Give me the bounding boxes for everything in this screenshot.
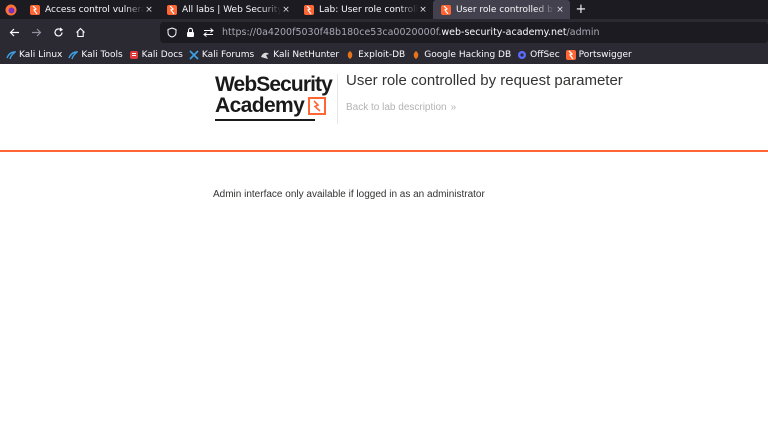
bookmark-portswigger[interactable]: Portswigger <box>565 50 632 60</box>
tab-strip: Access control vulnerabili × All labs | … <box>0 0 768 19</box>
bookmark-google-hacking-db[interactable]: Google Hacking DB <box>411 50 511 60</box>
tab-3[interactable]: Lab: User role controlled b × <box>296 0 433 19</box>
tab-close-icon[interactable]: × <box>555 5 565 15</box>
bookmark-kali-tools[interactable]: Kali Tools <box>68 50 123 60</box>
bookmark-label: Kali Tools <box>81 50 123 60</box>
tab-close-icon[interactable]: × <box>144 5 154 15</box>
kali-docs-icon <box>129 50 139 60</box>
bookmark-label: OffSec <box>530 50 560 60</box>
lightning-bolt-icon <box>308 96 327 115</box>
kali-forums-icon <box>189 50 199 60</box>
bookmark-kali-docs[interactable]: Kali Docs <box>129 50 183 60</box>
portswigger-icon <box>565 50 576 60</box>
portswigger-favicon-icon <box>441 4 451 15</box>
exploit-db-icon <box>345 50 355 60</box>
portswigger-favicon-icon <box>304 4 314 15</box>
page-content: WebSecurity Academy User role controlled… <box>0 64 768 426</box>
new-tab-button[interactable]: + <box>570 0 592 19</box>
bookmark-label: Kali Docs <box>141 50 183 60</box>
offsec-icon <box>517 50 527 60</box>
url-domain: web-security-academy.net <box>441 27 567 38</box>
header-separator <box>0 150 768 152</box>
home-icon[interactable] <box>69 22 91 44</box>
logo-text-line2: Academy <box>215 94 305 117</box>
back-link-label: Back to lab description <box>346 102 447 113</box>
logo-underline <box>215 119 315 121</box>
logo-text-line2-row: Academy <box>215 95 337 116</box>
header-divider <box>337 74 338 124</box>
bookmark-exploit-db[interactable]: Exploit-DB <box>345 50 405 60</box>
logo-text-line1: WebSecurity <box>215 73 333 96</box>
bookmark-kali-nethunter[interactable]: Kali NetHunter <box>260 50 339 60</box>
tracking-shield-icon[interactable] <box>164 27 180 38</box>
url-text[interactable]: https://0a4200f5030f48b180ce53ca0020000f… <box>222 27 600 38</box>
back-to-lab-description-link[interactable]: Back to lab description» <box>346 102 456 113</box>
tab-label: All labs | Web Security Ac <box>182 4 281 15</box>
reload-icon[interactable] <box>47 22 69 44</box>
bookmark-label: Kali Forums <box>201 50 255 60</box>
bookmark-offsec[interactable]: OffSec <box>517 50 560 60</box>
double-chevron-right-icon: » <box>450 102 457 113</box>
bookmark-label: Portswigger <box>578 50 632 60</box>
nethunter-icon <box>260 50 270 60</box>
permissions-icon[interactable] <box>200 28 216 37</box>
admin-access-message: Admin interface only available if logged… <box>213 189 485 200</box>
url-subdomain: 0a4200f5030f48b180ce53ca0020000f. <box>256 27 442 38</box>
bookmark-kali-forums[interactable]: Kali Forums <box>189 50 254 60</box>
back-arrow-icon[interactable] <box>3 22 25 44</box>
firefox-menu-icon[interactable] <box>0 0 22 19</box>
url-path: /admin <box>566 27 600 38</box>
bookmark-label: Exploit-DB <box>358 50 406 60</box>
ghdb-icon <box>411 50 421 60</box>
tab-close-icon[interactable]: × <box>281 5 291 15</box>
bookmarks-toolbar: Kali Linux Kali Tools Kali Docs Kali For… <box>0 46 768 64</box>
address-bar[interactable]: https://0a4200f5030f48b180ce53ca0020000f… <box>160 22 768 43</box>
bookmark-kali-linux[interactable]: Kali Linux <box>6 50 62 60</box>
tab-1[interactable]: Access control vulnerabili × <box>22 0 159 19</box>
url-scheme: https:// <box>222 27 257 38</box>
web-security-academy-logo[interactable]: WebSecurity Academy <box>215 73 337 121</box>
portswigger-favicon-icon <box>167 4 177 15</box>
lock-icon[interactable] <box>182 27 198 38</box>
tab-close-icon[interactable]: × <box>418 5 428 15</box>
lab-title: User role controlled by request paramete… <box>346 72 623 89</box>
bookmark-label: Kali NetHunter <box>273 50 340 60</box>
bookmark-label: Google Hacking DB <box>424 50 512 60</box>
portswigger-favicon-icon <box>30 4 40 15</box>
tab-label: Lab: User role controlled b <box>319 4 418 15</box>
tab-4-active[interactable]: User role controlled by re × <box>433 0 570 19</box>
forward-arrow-icon[interactable] <box>25 22 47 44</box>
kali-dragon-icon <box>68 50 80 60</box>
tab-label: Access control vulnerabili <box>45 4 144 15</box>
kali-dragon-icon <box>6 50 17 60</box>
bookmark-label: Kali Linux <box>19 50 63 60</box>
tab-2[interactable]: All labs | Web Security Ac × <box>159 0 296 19</box>
tab-label: User role controlled by re <box>456 4 555 15</box>
navigation-toolbar: https://0a4200f5030f48b180ce53ca0020000f… <box>0 19 768 46</box>
